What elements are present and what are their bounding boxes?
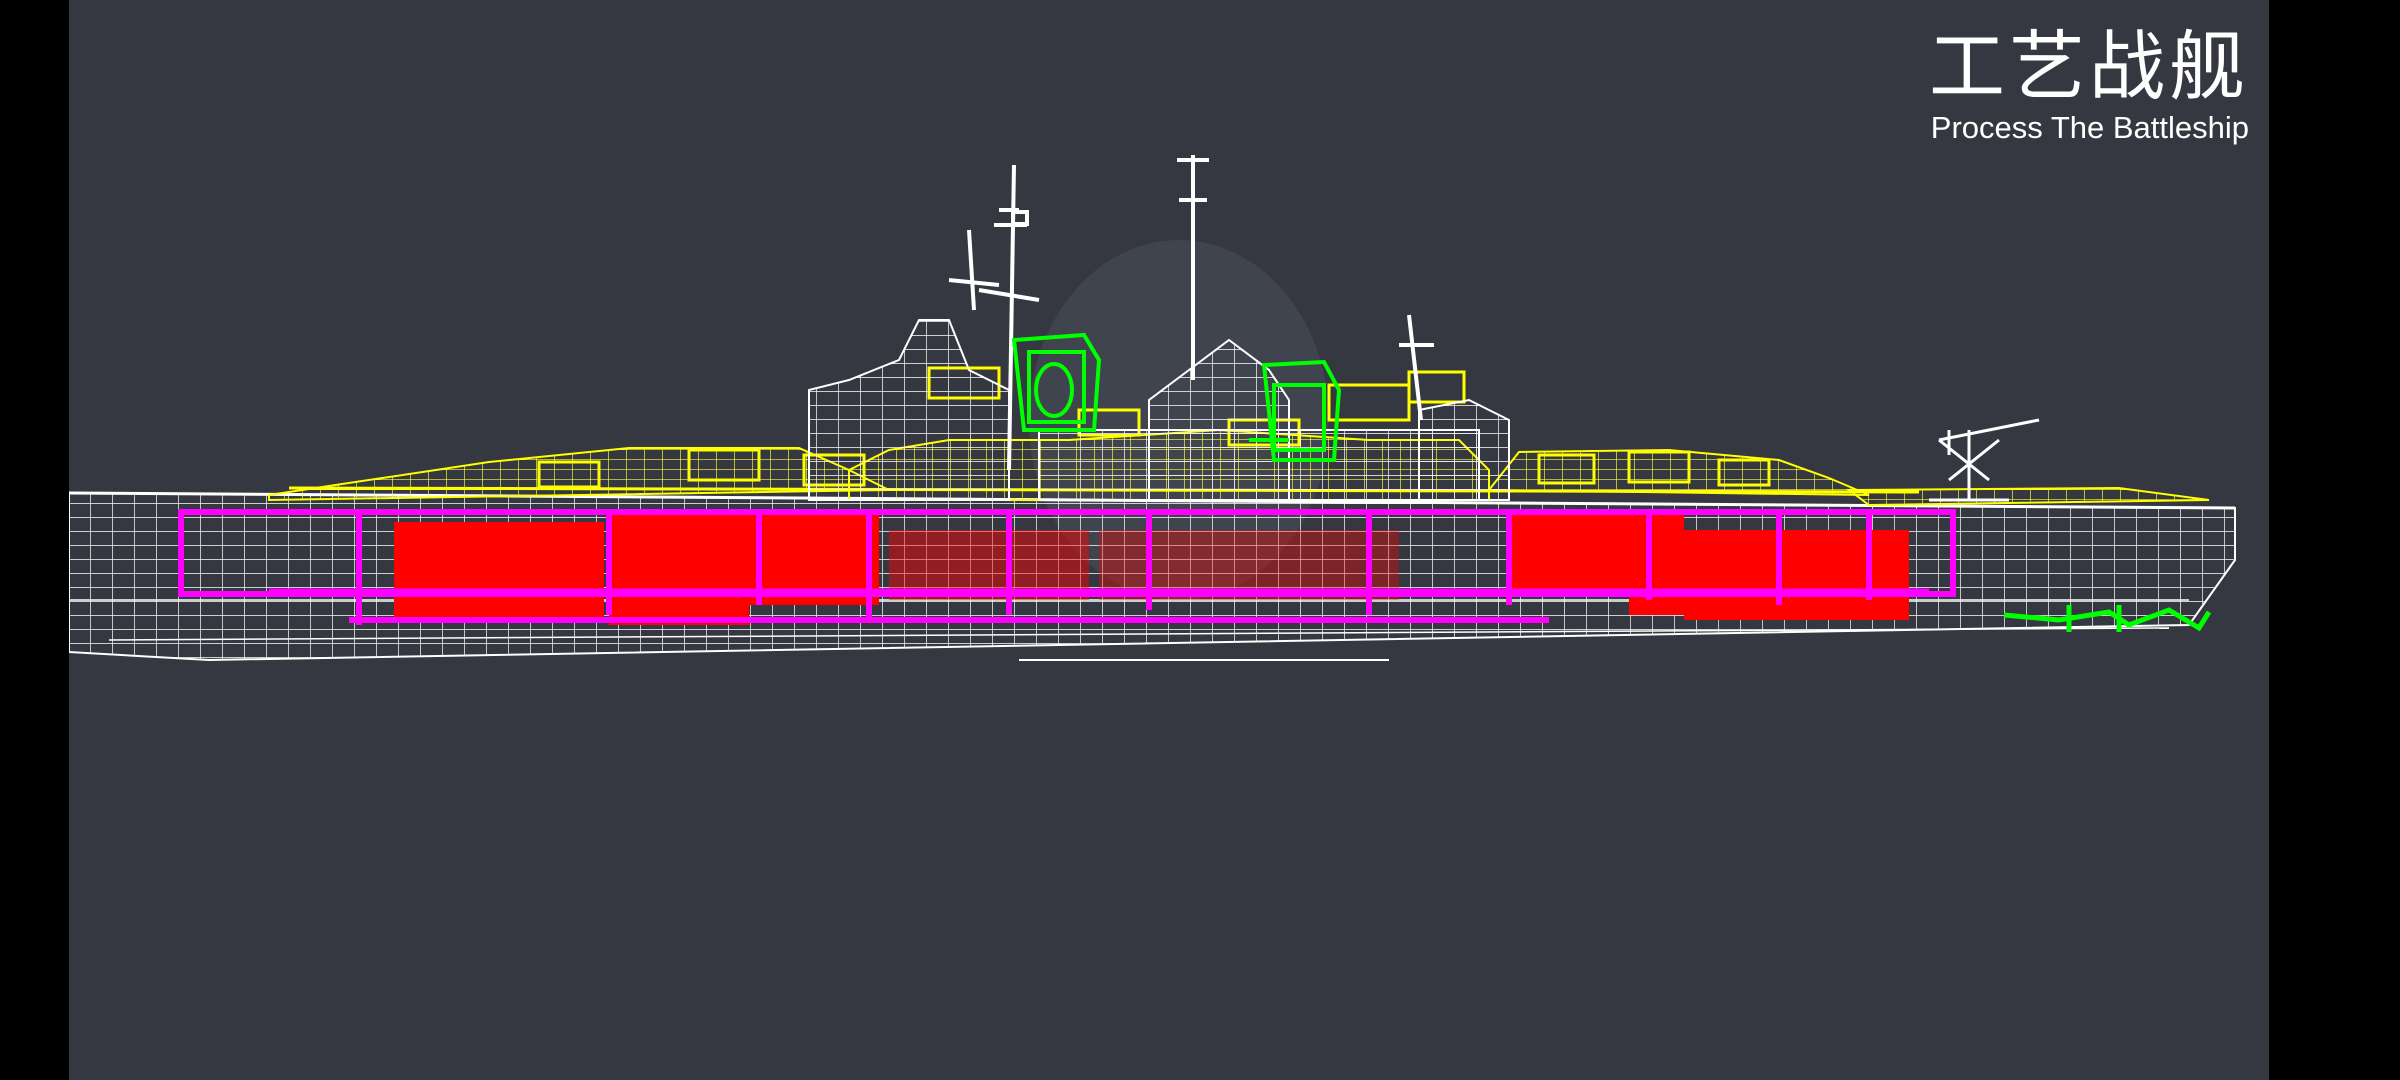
letterbox-right	[2269, 0, 2400, 1080]
letterbox-left	[0, 0, 69, 1080]
3d-viewport[interactable]: 工艺战舰 Process The Battleship	[69, 0, 2269, 1080]
title-chinese: 工艺战舰	[1929, 22, 2249, 111]
title-block: 工艺战舰 Process The Battleship	[1929, 26, 2249, 146]
title-english: Process The Battleship	[1930, 110, 2249, 145]
battleship-wireframe-model[interactable]	[69, 0, 2269, 1080]
